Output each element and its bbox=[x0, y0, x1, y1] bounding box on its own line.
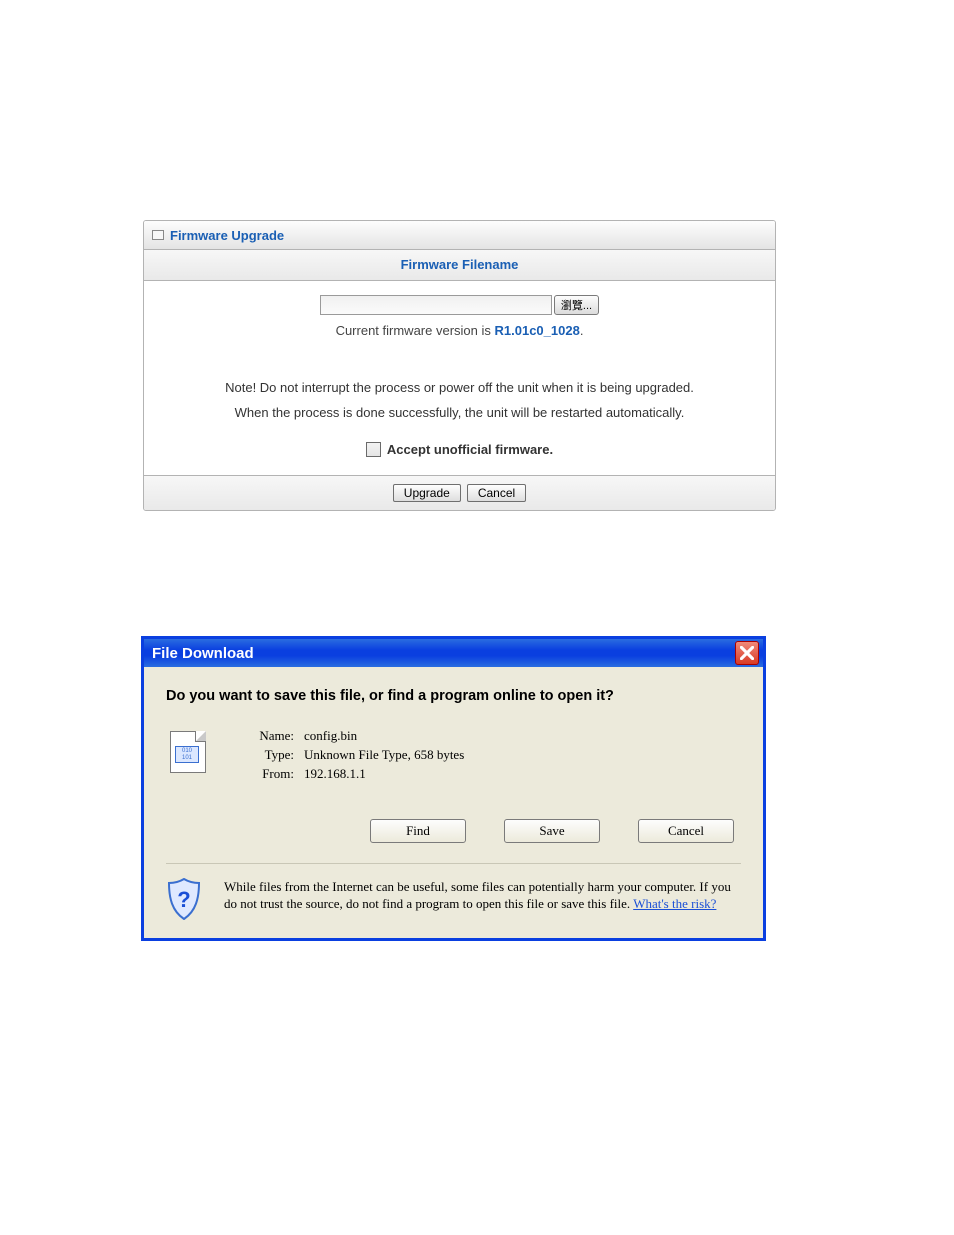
name-value: config.bin bbox=[304, 728, 357, 744]
version-suffix: . bbox=[580, 323, 584, 338]
save-button[interactable]: Save bbox=[504, 819, 600, 843]
firmware-version-line: Current firmware version is R1.01c0_1028… bbox=[156, 323, 763, 338]
panel-icon bbox=[152, 230, 164, 240]
type-label: Type: bbox=[236, 747, 304, 763]
version-value: R1.01c0_1028 bbox=[495, 323, 580, 338]
accept-unofficial-checkbox[interactable] bbox=[366, 442, 381, 457]
warning-note-1: Note! Do not interrupt the process or po… bbox=[156, 380, 763, 395]
file-icon-wrap: 010101 bbox=[166, 725, 210, 785]
whats-the-risk-link[interactable]: What's the risk? bbox=[633, 896, 716, 911]
file-download-dialog: File Download Do you want to save this f… bbox=[141, 636, 766, 941]
dialog-title-bar: File Download bbox=[144, 639, 763, 667]
panel-body: 瀏覽... Current firmware version is R1.01c… bbox=[144, 281, 775, 475]
close-button[interactable] bbox=[735, 641, 759, 665]
dialog-body: Do you want to save this file, or find a… bbox=[144, 667, 763, 938]
close-icon bbox=[740, 646, 754, 660]
firmware-upgrade-panel: Firmware Upgrade Firmware Filename 瀏覽...… bbox=[143, 220, 776, 511]
dialog-title-text: File Download bbox=[152, 645, 254, 662]
from-value: 192.168.1.1 bbox=[304, 766, 366, 782]
panel-title-text: Firmware Upgrade bbox=[170, 228, 284, 243]
dialog-button-row: Find Save Cancel bbox=[370, 819, 741, 843]
from-label: From: bbox=[236, 766, 304, 782]
panel-subheader: Firmware Filename bbox=[144, 250, 775, 281]
dialog-divider bbox=[166, 863, 741, 864]
find-button[interactable]: Find bbox=[370, 819, 466, 843]
dialog-warning-text: While files from the Internet can be use… bbox=[224, 878, 741, 913]
firmware-file-input[interactable] bbox=[320, 295, 552, 315]
accept-unofficial-row: Accept unofficial firmware. bbox=[156, 442, 763, 457]
upgrade-button[interactable]: Upgrade bbox=[393, 484, 461, 502]
file-info-table: Name: config.bin Type: Unknown File Type… bbox=[236, 725, 464, 785]
panel-title-bar: Firmware Upgrade bbox=[144, 221, 775, 250]
shield-icon: ? bbox=[166, 878, 202, 920]
file-select-row: 瀏覽... bbox=[156, 295, 763, 315]
dialog-warning-row: ? While files from the Internet can be u… bbox=[166, 878, 741, 920]
dialog-cancel-button[interactable]: Cancel bbox=[638, 819, 734, 843]
dialog-question: Do you want to save this file, or find a… bbox=[166, 687, 741, 707]
cancel-button[interactable]: Cancel bbox=[467, 484, 526, 502]
browse-button[interactable]: 瀏覽... bbox=[554, 295, 599, 315]
file-icon: 010101 bbox=[170, 731, 206, 773]
file-info-row: 010101 Name: config.bin Type: Unknown Fi… bbox=[166, 725, 741, 785]
panel-footer: Upgrade Cancel bbox=[144, 475, 775, 510]
name-label: Name: bbox=[236, 728, 304, 744]
version-prefix: Current firmware version is bbox=[336, 323, 495, 338]
svg-text:?: ? bbox=[177, 887, 190, 912]
type-value: Unknown File Type, 658 bytes bbox=[304, 747, 464, 763]
accept-unofficial-label: Accept unofficial firmware. bbox=[387, 442, 553, 457]
warning-note-2: When the process is done successfully, t… bbox=[156, 405, 763, 420]
